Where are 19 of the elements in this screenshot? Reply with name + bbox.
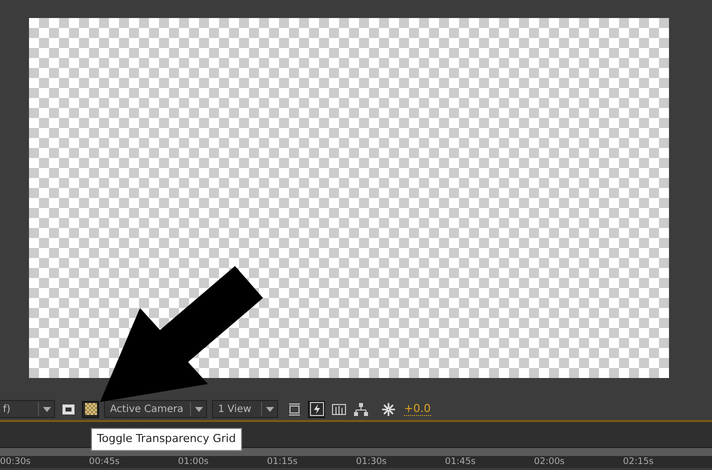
view-layout-dropdown[interactable]: 1 View [212, 400, 278, 418]
time-ruler-label: 00:30s [0, 456, 32, 468]
caret-icon [194, 406, 202, 412]
fast-previews-icon[interactable] [308, 400, 325, 418]
tooltip: Toggle Transparency Grid [91, 428, 242, 450]
flowchart-icon[interactable] [352, 400, 369, 418]
time-ruler-label: 00:45s [89, 456, 121, 468]
caret-icon [42, 406, 50, 412]
time-ruler-label: 02:15s [623, 456, 655, 468]
transparency-grid-button[interactable] [82, 400, 99, 418]
time-ruler-label: 01:15s [267, 456, 299, 468]
caret-icon [266, 406, 274, 412]
time-ruler-label: 01:00s [178, 456, 210, 468]
resolution-dropdown[interactable]: f) [0, 400, 55, 418]
exposure-value[interactable]: +0.0 [404, 402, 431, 416]
time-ruler-label: 01:30s [356, 456, 388, 468]
camera-view-dropdown[interactable]: Active Camera [104, 400, 207, 418]
time-ruler-label: 02:00s [534, 456, 566, 468]
time-ruler-label: 01:45s [445, 456, 477, 468]
